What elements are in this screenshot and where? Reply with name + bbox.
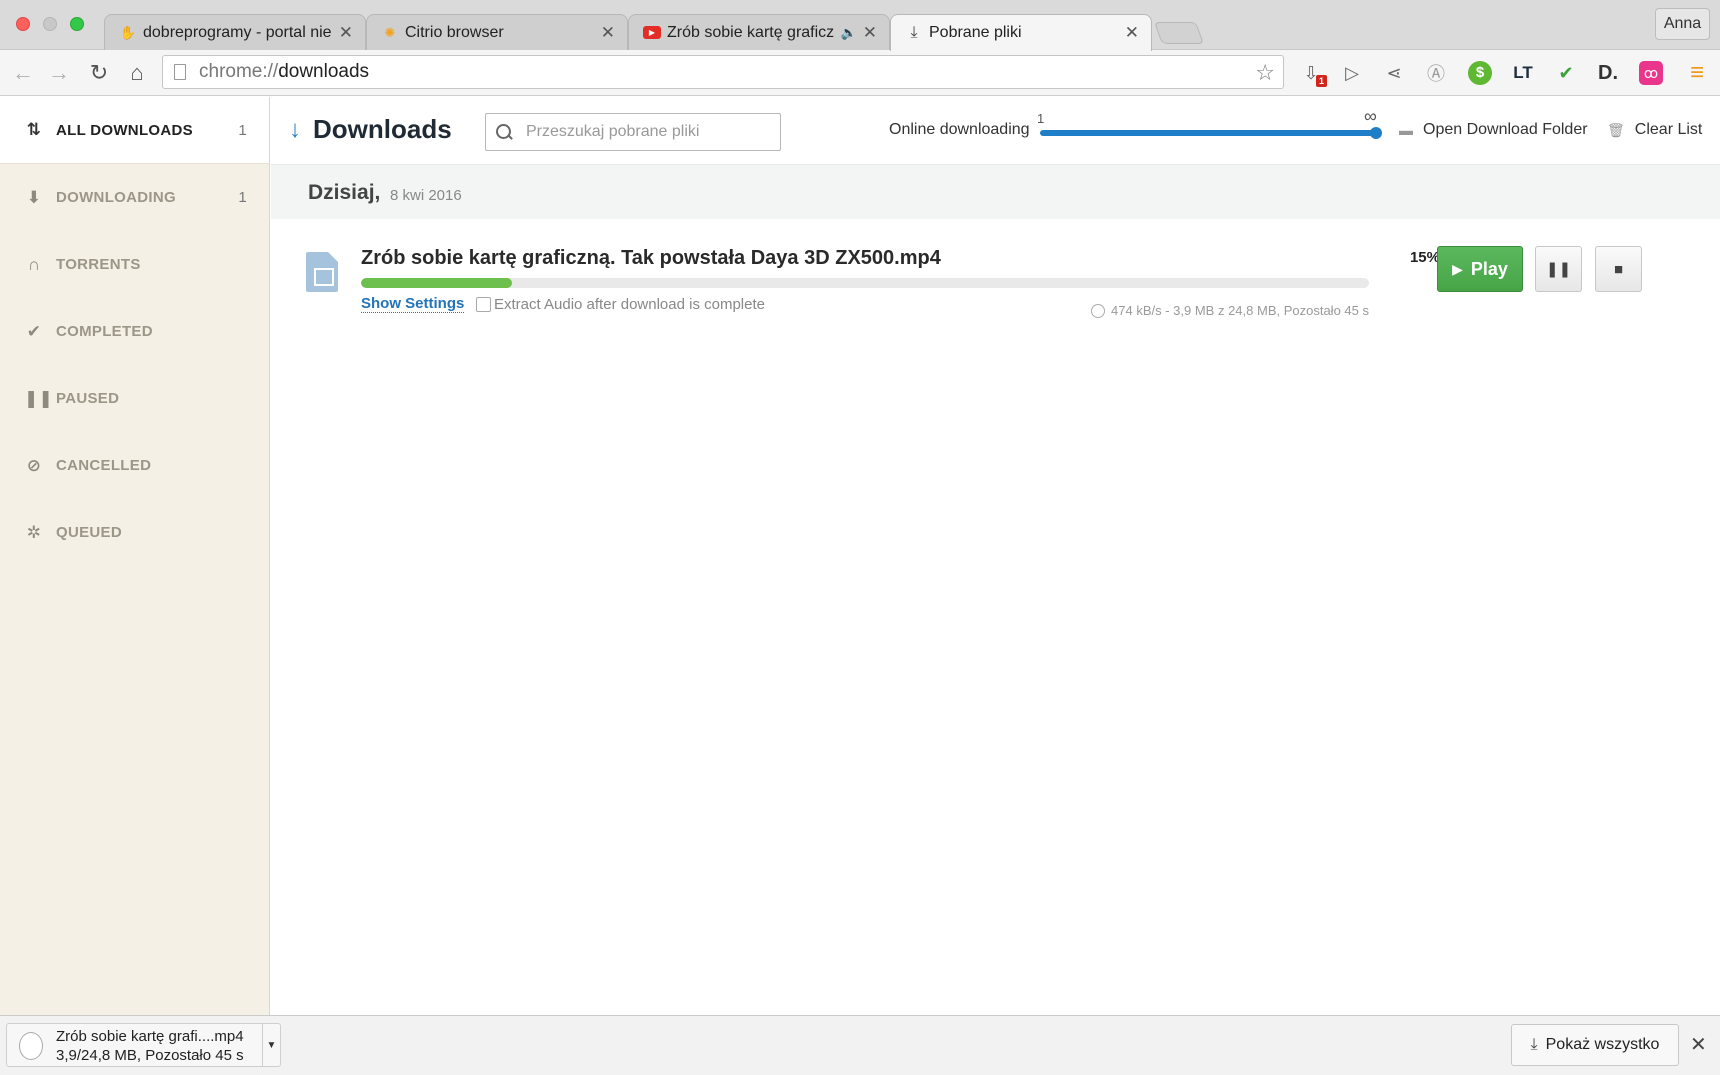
show-settings-link[interactable]: Show Settings <box>361 295 465 313</box>
close-tab-icon[interactable]: ✕ <box>601 23 615 43</box>
download-item: Zrób sobie kartę graficzną. Tak powstała… <box>271 220 1720 330</box>
download-shelf: Zrób sobie kartę grafi....mp4 3,9/24,8 M… <box>0 1015 1720 1075</box>
minimize-window-button[interactable] <box>43 17 57 31</box>
sidebar-item-downloading[interactable]: ⬇ DOWNLOADING 1 <box>0 164 269 231</box>
date-group-header: Dzisiaj, 8 kwi 2016 <box>271 165 1720 219</box>
page-title: ↓ Downloads <box>289 114 452 144</box>
share-ext-icon[interactable]: ⋖ <box>1379 58 1409 88</box>
zoom-window-button[interactable] <box>70 17 84 31</box>
sidebar-item-all-downloads[interactable]: ⇅ ALL DOWNLOADS 1 <box>0 97 269 164</box>
day-label: Dzisiaj, <box>308 181 381 204</box>
cancel-icon: ⊘ <box>26 455 42 475</box>
menu-icon[interactable]: ≡ <box>1682 58 1712 88</box>
d-ext-icon[interactable]: D. <box>1593 58 1623 88</box>
adblock-ext-icon[interactable]: Ⓐ <box>1421 58 1451 88</box>
open-download-folder-button[interactable]: ▬ Open Download Folder <box>1399 121 1588 139</box>
address-url[interactable]: chrome://downloads <box>199 61 369 83</box>
spinner-icon: ✲ <box>26 522 42 542</box>
dollar-ext-icon[interactable]: $ <box>1465 58 1495 88</box>
sort-icon: ⇅ <box>26 120 42 139</box>
date-label: 8 kwi 2016 <box>390 187 462 204</box>
close-tab-icon[interactable]: ✕ <box>339 23 353 43</box>
clock-icon <box>1091 303 1106 318</box>
play-ext-icon[interactable]: ▷ <box>1337 58 1367 88</box>
chevron-down-icon[interactable]: ▼ <box>262 1024 280 1066</box>
sidebar-item-torrents[interactable]: ∩ TORRENTS <box>0 231 269 298</box>
sidebar-item-queued[interactable]: ✲ QUEUED <box>0 499 269 566</box>
dobreprogramy-icon: ✋ <box>119 24 137 40</box>
download-icon: ⤓ <box>1530 1036 1538 1053</box>
download-ext-icon[interactable]: ⇩ 1 <box>1296 58 1327 88</box>
pause-icon: ❚❚ <box>24 388 54 408</box>
clear-list-button[interactable]: 🗑 Clear List <box>1607 121 1702 139</box>
pause-button[interactable]: ❚❚ <box>1535 246 1582 292</box>
citrio-icon: ✺ <box>384 24 396 40</box>
file-progress-icon <box>19 1032 43 1060</box>
close-shelf-icon[interactable]: ✕ <box>1690 1032 1707 1057</box>
new-tab-button[interactable] <box>1153 22 1205 44</box>
trash-icon: 🗑 <box>1607 121 1625 138</box>
address-bar[interactable]: chrome://downloads ☆ <box>162 55 1284 89</box>
online-downloading-label: Online downloading <box>889 121 1030 138</box>
folder-icon: ▬ <box>1399 122 1413 138</box>
title-bar: ✋ dobreprogramy - portal nie ✕ ✺ Citrio … <box>0 0 1720 51</box>
speaker-icon[interactable]: 🔈 <box>841 25 857 41</box>
online-downloading-slider[interactable] <box>1040 127 1382 139</box>
abc-check-ext-icon[interactable]: ✔ <box>1551 58 1581 88</box>
close-window-button[interactable] <box>16 17 30 31</box>
download-filename[interactable]: Zrób sobie kartę graficzną. Tak powstała… <box>361 247 941 270</box>
tab-citrio[interactable]: ✺ Citrio browser ✕ <box>366 14 628 50</box>
youtube-icon: ▶ <box>643 24 661 42</box>
stop-icon: ■ <box>1613 260 1624 278</box>
progress-fill <box>361 278 513 288</box>
slider-min-label: 1 <box>1037 111 1045 126</box>
show-all-downloads-button[interactable]: ⤓ Pokaż wszystko <box>1511 1024 1679 1066</box>
download-arrow-icon: ⬇ <box>26 187 42 207</box>
downloads-sidebar: ⇅ ALL DOWNLOADS 1 ⬇ DOWNLOADING 1 ∩ TORR… <box>0 97 270 1015</box>
extract-audio-option[interactable]: Extract Audio after download is complete <box>476 296 765 313</box>
search-input[interactable] <box>526 123 766 141</box>
reload-icon[interactable]: ↻ <box>84 58 114 88</box>
home-icon[interactable]: ⌂ <box>122 58 152 88</box>
checkmark-icon: ✔ <box>26 321 42 341</box>
magnet-icon: ∩ <box>27 254 41 274</box>
downloads-header: ↓ Downloads Online downloading 1 ∞ ▬ Ope… <box>271 97 1720 165</box>
page-icon <box>174 64 186 80</box>
tab-downloads[interactable]: ⤓ Pobrane pliki ✕ <box>890 14 1152 51</box>
back-arrow-icon[interactable]: ← <box>8 58 38 88</box>
shelf-download-item[interactable]: Zrób sobie kartę grafi....mp4 3,9/24,8 M… <box>6 1023 281 1067</box>
close-tab-icon[interactable]: ✕ <box>863 23 877 43</box>
sidebar-item-cancelled[interactable]: ⊘ CANCELLED <box>0 432 269 499</box>
close-tab-icon[interactable]: ✕ <box>1125 23 1139 43</box>
stop-button[interactable]: ■ <box>1595 246 1642 292</box>
sidebar-item-completed[interactable]: ✔ COMPLETED <box>0 298 269 365</box>
forward-arrow-icon[interactable]: → <box>44 58 74 88</box>
slider-max-label: ∞ <box>1364 106 1377 126</box>
lt-ext-icon[interactable]: LT <box>1508 58 1538 88</box>
pause-icon: ❚❚ <box>1545 261 1572 278</box>
search-icon <box>496 124 512 140</box>
search-box[interactable] <box>485 113 781 151</box>
extract-audio-checkbox[interactable] <box>476 297 491 312</box>
play-icon: ▶ <box>1452 260 1463 277</box>
bookmark-star-icon[interactable]: ☆ <box>1255 60 1275 86</box>
download-arrow-icon: ↓ <box>289 115 301 143</box>
sidebar-item-paused[interactable]: ❚❚ PAUSED <box>0 365 269 432</box>
video-file-icon <box>306 252 338 292</box>
tab-youtube[interactable]: ▶ Zrób sobie kartę graficz 🔈 ✕ <box>628 14 890 50</box>
browser-toolbar: ← → ↻ ⌂ chrome://downloads ☆ ⇩ 1 ▷ ⋖ Ⓐ $ … <box>0 50 1720 96</box>
play-button[interactable]: ▶ Play <box>1437 246 1523 292</box>
download-icon: ⤓ <box>910 24 918 41</box>
download-progress-bar <box>361 278 1369 288</box>
user-profile-button[interactable]: Anna <box>1655 8 1710 40</box>
tab-dobreprogramy[interactable]: ✋ dobreprogramy - portal nie ✕ <box>104 14 366 50</box>
slider-handle[interactable] <box>1370 127 1382 139</box>
download-stats: 474 kB/s - 3,9 MB z 24,8 MB, Pozostało 4… <box>1079 303 1369 318</box>
pink-ext-icon[interactable]: ꝏ <box>1636 58 1666 88</box>
download-percent: 15% <box>1409 249 1440 266</box>
